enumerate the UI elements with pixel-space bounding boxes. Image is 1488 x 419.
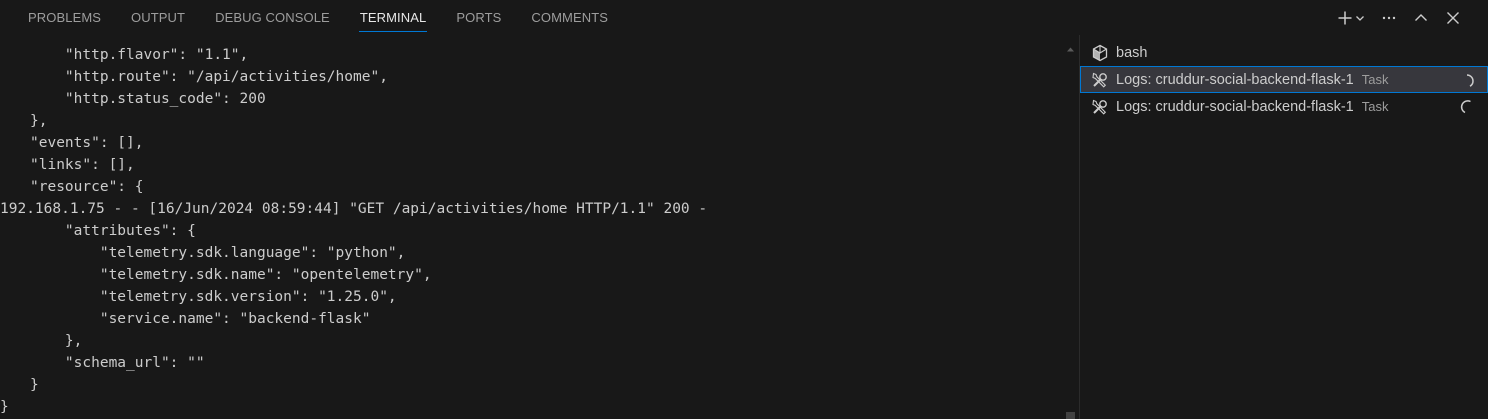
terminal-line: "links": [], bbox=[30, 157, 135, 173]
terminal-line: "resource": { bbox=[30, 179, 144, 195]
terminal-line: "http.route": "/api/activities/home", bbox=[30, 69, 388, 85]
terminal-line: "service.name": "backend-flask" bbox=[30, 311, 371, 327]
terminal-tab-label: bash bbox=[1116, 44, 1148, 61]
tab-comments[interactable]: COMMENTS bbox=[516, 0, 623, 35]
terminal-tab-bash[interactable]: bash bbox=[1080, 39, 1488, 66]
chevron-down-icon[interactable] bbox=[1355, 13, 1365, 23]
tab-terminal[interactable]: TERMINAL bbox=[345, 0, 442, 35]
terminal-box-icon bbox=[1090, 43, 1110, 63]
terminal-line: }, bbox=[30, 333, 83, 349]
ellipsis-icon[interactable] bbox=[1381, 10, 1397, 26]
plus-icon[interactable] bbox=[1337, 10, 1353, 26]
panel-actions bbox=[1334, 0, 1464, 35]
more-actions-button[interactable] bbox=[1378, 7, 1400, 29]
terminal-tab-label: Logs: cruddur-social-backend-flask-1 bbox=[1116, 98, 1354, 115]
terminal-tabs-list: bash Logs: cruddur-social-backend-flask-… bbox=[1080, 39, 1488, 120]
terminal-line: "attributes": { bbox=[30, 223, 196, 239]
terminal-tab-logs-1[interactable]: Logs: cruddur-social-backend-flask-1 Tas… bbox=[1080, 66, 1488, 93]
scrollbar-thumb[interactable] bbox=[1066, 412, 1075, 419]
terminal-tab-logs-2[interactable]: Logs: cruddur-social-backend-flask-1 Tas… bbox=[1080, 93, 1488, 120]
terminal-line: "telemetry.sdk.name": "opentelemetry", bbox=[30, 267, 432, 283]
chevron-up-icon[interactable] bbox=[1413, 10, 1429, 26]
new-terminal-button[interactable] bbox=[1334, 7, 1368, 29]
terminal-tab-description: Task bbox=[1361, 99, 1389, 114]
terminal-line: "telemetry.sdk.language": "python", bbox=[30, 245, 406, 261]
tab-problems[interactable]: PROBLEMS bbox=[0, 0, 116, 35]
tab-ports[interactable]: PORTS bbox=[441, 0, 516, 35]
close-icon[interactable] bbox=[1445, 10, 1461, 26]
terminal-line: "http.status_code": 200 bbox=[30, 91, 266, 107]
terminal-line: 192.168.1.75 - - [16/Jun/2024 08:59:44] … bbox=[0, 201, 708, 217]
close-panel-button[interactable] bbox=[1442, 7, 1464, 29]
terminal-line: "telemetry.sdk.version": "1.25.0", bbox=[30, 289, 397, 305]
scroll-up-arrow-icon[interactable] bbox=[1066, 45, 1075, 54]
loading-spinner-icon bbox=[1466, 74, 1474, 87]
terminal-tab-label: Logs: cruddur-social-backend-flask-1 bbox=[1116, 71, 1354, 88]
terminal-line: "http.flavor": "1.1", bbox=[30, 47, 249, 63]
tab-output[interactable]: OUTPUT bbox=[116, 0, 200, 35]
terminal-line: } bbox=[30, 377, 39, 393]
terminal-scrollbar[interactable] bbox=[1066, 35, 1076, 419]
tools-icon bbox=[1090, 97, 1110, 117]
terminal-output[interactable]: "http.flavor": "1.1", "http.route": "/ap… bbox=[0, 35, 1070, 419]
tab-debug-console[interactable]: DEBUG CONSOLE bbox=[200, 0, 345, 35]
maximize-panel-button[interactable] bbox=[1410, 7, 1432, 29]
terminal-line: "events": [], bbox=[30, 135, 144, 151]
panel-tabbar: PROBLEMS OUTPUT DEBUG CONSOLE TERMINAL P… bbox=[0, 0, 1488, 35]
loading-spinner-icon bbox=[1460, 100, 1471, 114]
terminal-line: } bbox=[0, 399, 9, 415]
terminal-line: "schema_url": "" bbox=[30, 355, 205, 371]
terminal-panel: PROBLEMS OUTPUT DEBUG CONSOLE TERMINAL P… bbox=[0, 0, 1488, 419]
terminal-tab-description: Task bbox=[1361, 72, 1389, 87]
terminal-line: }, bbox=[30, 113, 48, 129]
tools-icon bbox=[1090, 70, 1110, 90]
